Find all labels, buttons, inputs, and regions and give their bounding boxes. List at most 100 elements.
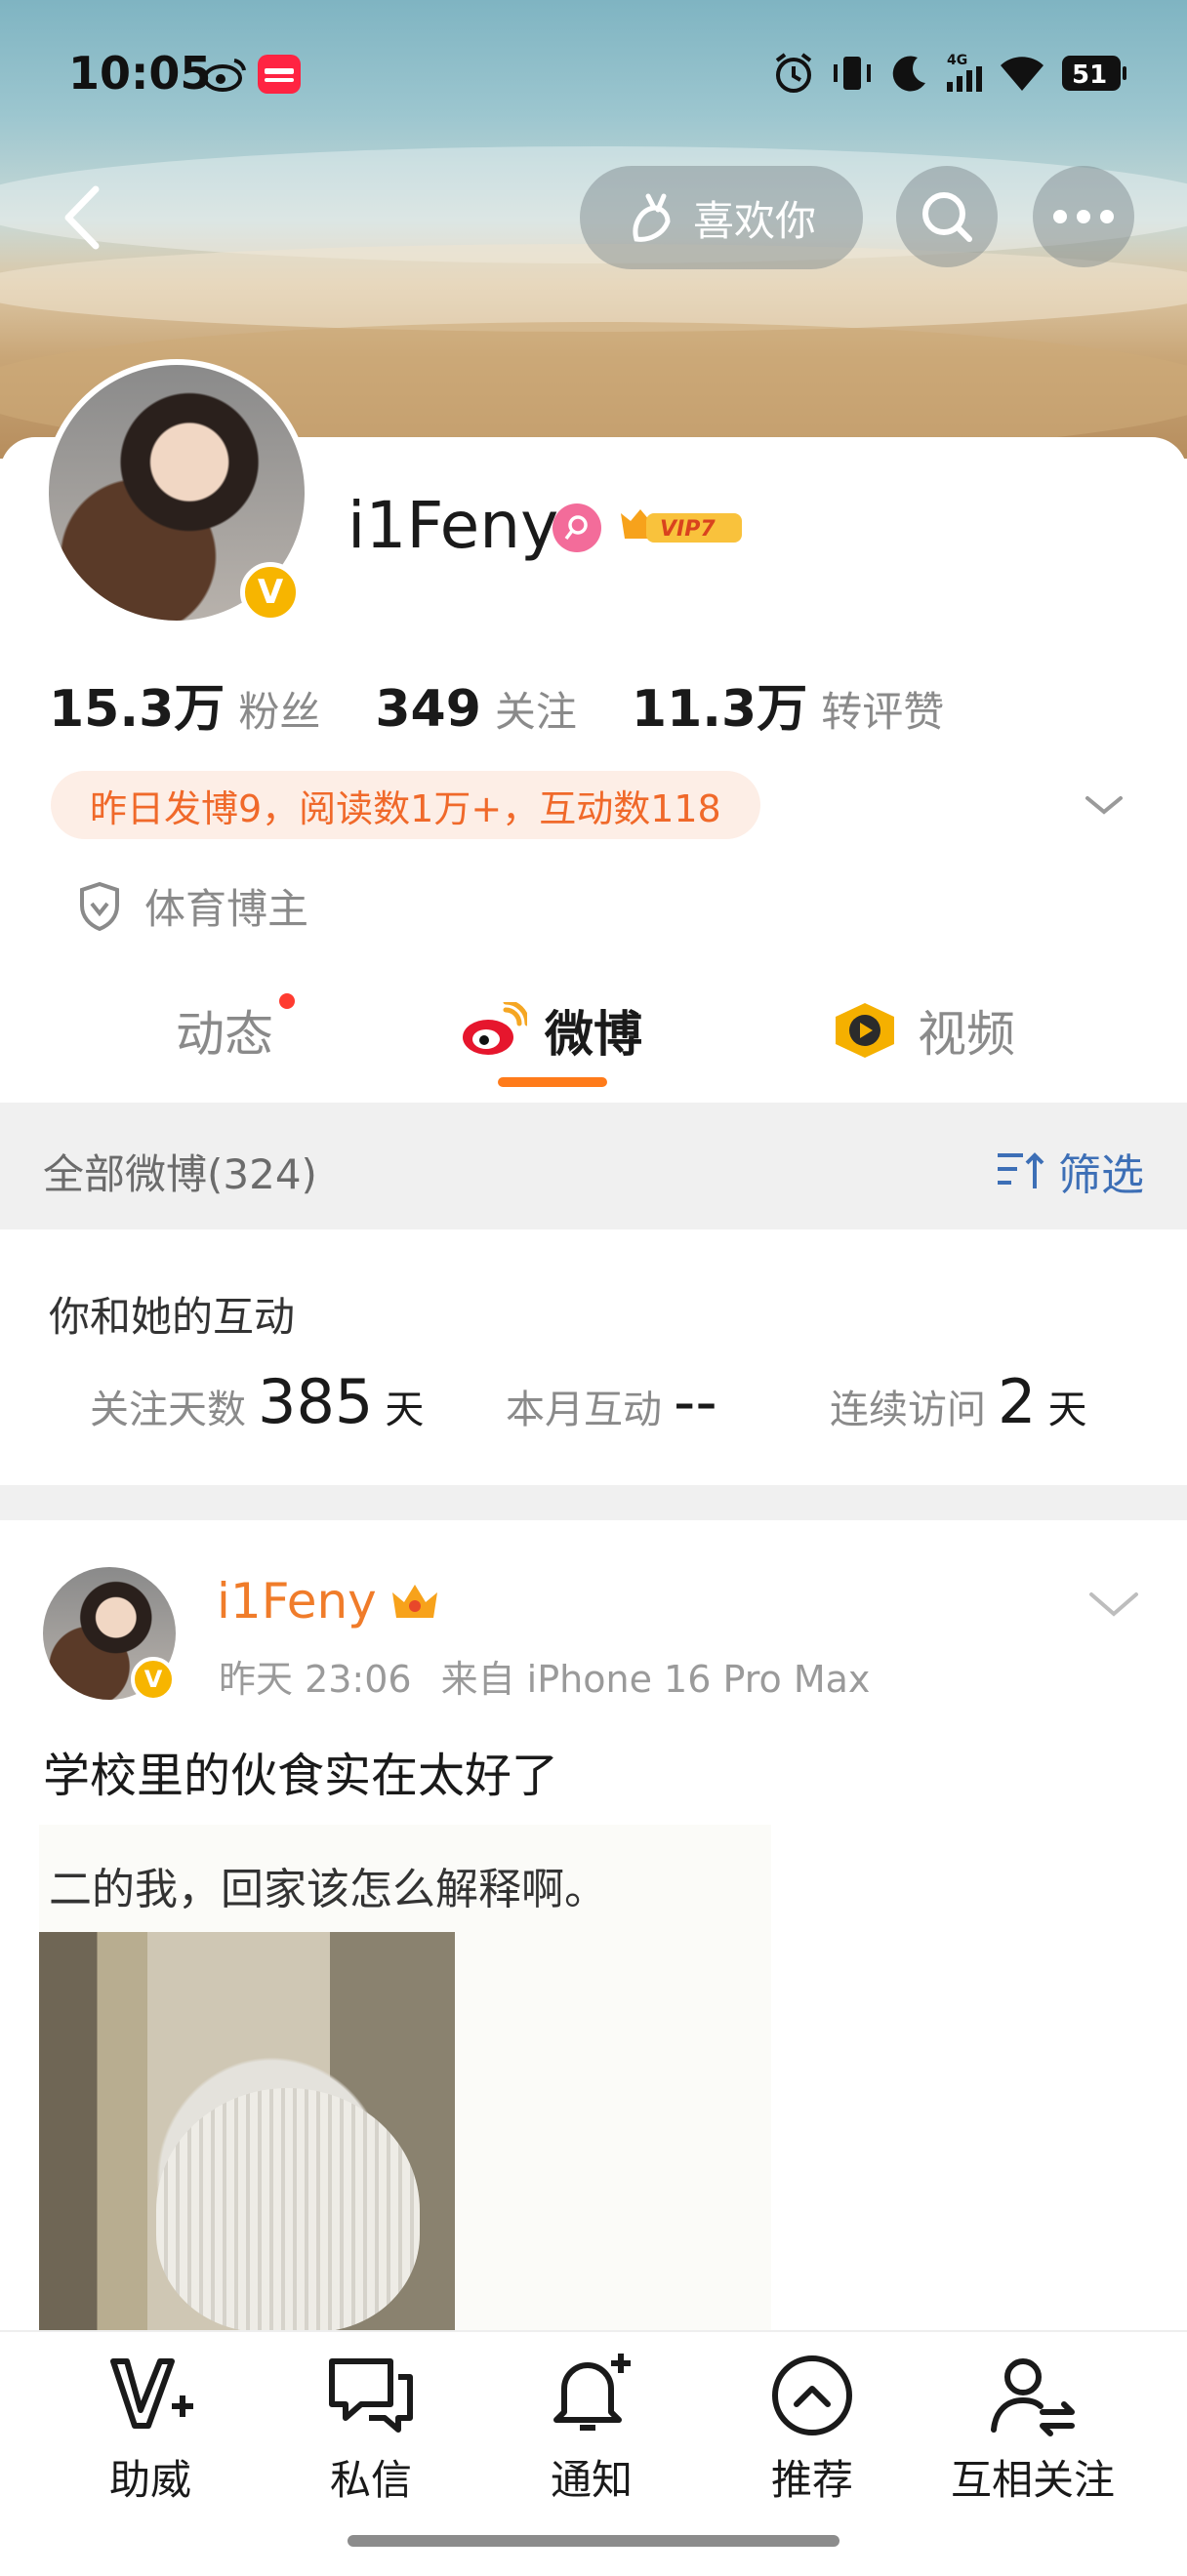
cheer-icon: [110, 2358, 193, 2429]
xiaohongshu-status-icon: [258, 55, 301, 94]
verified-mark: V: [143, 1666, 163, 1693]
cheer-button[interactable]: 助威: [53, 2352, 248, 2507]
recommend-button[interactable]: 推荐: [715, 2352, 910, 2507]
monthly-interaction: 本月互动 --: [506, 1366, 729, 1437]
search-icon: [922, 192, 972, 242]
recommend-label: 推荐: [770, 2456, 853, 2504]
interaction-unit: 天: [1047, 1388, 1087, 1432]
post-text: 学校里的伙食实在太好了: [43, 1749, 559, 1803]
status-icons: 4G 51: [771, 51, 1128, 96]
carrot-icon: [633, 193, 671, 242]
video-play-icon: [836, 1003, 894, 1058]
tab-weibo[interactable]: 微博: [459, 995, 642, 1066]
all-posts-label[interactable]: 全部微博(324): [43, 1142, 317, 1201]
tab-label: 视频: [918, 1006, 1015, 1063]
interaction-unit: 天: [385, 1388, 425, 1432]
search-button[interactable]: [896, 166, 998, 267]
creator-tag[interactable]: 体育博主: [76, 876, 308, 936]
consecutive-visits: 连续访问 2 天: [830, 1366, 1086, 1437]
weibo-logo-icon: [463, 1002, 527, 1055]
like-you-button[interactable]: 喜欢你: [580, 166, 863, 269]
bell-plus-icon: [553, 2354, 631, 2431]
stat-value: 11.3万: [631, 680, 808, 739]
battery-icon: 51: [1062, 56, 1126, 91]
vibrate-icon: [834, 57, 871, 90]
stat-followers[interactable]: 15.3万 粉丝: [49, 667, 320, 741]
profile-stats: 15.3万 粉丝 349 关注 11.3万 转评赞: [49, 667, 999, 741]
stat-value: 349: [375, 680, 481, 739]
interaction-label: 连续访问: [830, 1388, 986, 1432]
post-photo[interactable]: [39, 1932, 455, 2332]
verified-badge: V: [240, 562, 301, 623]
tab-video[interactable]: 视频: [830, 995, 1015, 1066]
stat-label: 粉丝: [238, 688, 321, 736]
tab-dynamics[interactable]: 动态: [176, 995, 273, 1066]
cheer-label: 助威: [108, 2456, 191, 2504]
stat-label: 关注: [494, 688, 577, 736]
filter-bar: 全部微博(324) 筛选: [0, 1103, 1187, 1229]
status-bar: 10:05 4G 51: [0, 0, 1187, 146]
creator-tag-label: 体育博主: [144, 885, 309, 933]
weibo-status-icon: [203, 59, 246, 92]
message-button[interactable]: 私信: [273, 2352, 469, 2507]
sort-filter-icon: [998, 1152, 1044, 1188]
notify-button[interactable]: 通知: [494, 2352, 689, 2507]
mutual-follow-icon: [991, 2358, 1075, 2436]
profile-name: i1Feny: [348, 488, 559, 563]
recommend-icon: [772, 2355, 852, 2435]
post-source: 来自 iPhone 16 Pro Max: [440, 1658, 871, 1701]
profile-tabs: 动态 微博 视频: [0, 976, 1187, 1093]
verified-mark: V: [257, 573, 284, 612]
interaction-value: --: [674, 1366, 717, 1437]
tab-label: 微博: [545, 1006, 642, 1063]
message-icon: [329, 2358, 413, 2433]
mutual-follow-label: 互相关注: [950, 2456, 1115, 2504]
interaction-value: 2: [998, 1366, 1037, 1437]
back-button[interactable]: [39, 174, 127, 262]
chevron-down-icon[interactable]: [1080, 781, 1128, 829]
post-meta: 昨天 23:06 来自 iPhone 16 Pro Max: [219, 1649, 870, 1703]
interaction-panel: 你和她的互动 关注天数 385 天 本月互动 -- 连续访问 2 天: [0, 1229, 1187, 1485]
section-divider: [0, 1485, 1187, 1520]
shield-icon: [80, 881, 119, 931]
svg-text:4G: 4G: [947, 53, 967, 68]
female-icon: [553, 503, 601, 552]
like-you-label: 喜欢你: [692, 196, 816, 245]
stat-value: 15.3万: [49, 680, 225, 739]
filter-label: 筛选: [1058, 1150, 1144, 1200]
message-label: 私信: [329, 2456, 412, 2504]
activity-summary[interactable]: 昨日发博9，阅读数1万+，互动数118: [51, 771, 760, 839]
vip-badge[interactable]: VIP7: [617, 503, 746, 550]
more-dots-icon: [1053, 210, 1114, 223]
post-time: 昨天 23:06: [219, 1658, 412, 1701]
stat-following[interactable]: 349 关注: [375, 679, 577, 739]
stat-reposts-likes[interactable]: 11.3万 转评赞: [632, 667, 944, 741]
post-chevron-down-icon[interactable]: [1080, 1581, 1148, 1630]
filter-button[interactable]: 筛选: [996, 1140, 1144, 1202]
interaction-label: 本月互动: [506, 1388, 662, 1432]
signal-4g-icon: 4G: [947, 53, 982, 92]
vip-badge-label: VIP7: [660, 517, 716, 542]
post-verified-badge: V: [131, 1657, 176, 1702]
interaction-label: 关注天数: [90, 1388, 246, 1432]
stat-label: 转评赞: [821, 688, 945, 736]
interaction-value: 385: [258, 1366, 374, 1437]
notification-dot: [279, 993, 295, 1009]
alarm-icon: [775, 53, 812, 93]
battery-level: 51: [1072, 60, 1107, 90]
home-indicator[interactable]: [348, 2535, 839, 2547]
crown-icon: [391, 1585, 437, 1618]
moon-icon: [892, 56, 925, 92]
active-tab-indicator: [498, 1077, 607, 1087]
more-button[interactable]: [1033, 166, 1134, 267]
interaction-title: 你和她的互动: [49, 1293, 296, 1341]
status-time: 10:05: [68, 47, 212, 100]
back-arrow-icon: [64, 185, 100, 250]
post-image-caption: 二的我，回家该怎么解释啊。: [49, 1865, 607, 1914]
notify-label: 通知: [550, 2456, 633, 2504]
post-author-name: i1Feny: [217, 1573, 377, 1630]
mutual-follow-button[interactable]: 互相关注: [935, 2352, 1130, 2507]
wifi-icon: [1001, 57, 1044, 91]
post-author[interactable]: i1Feny: [217, 1573, 441, 1630]
follow-days: 关注天数 385 天: [90, 1366, 424, 1437]
